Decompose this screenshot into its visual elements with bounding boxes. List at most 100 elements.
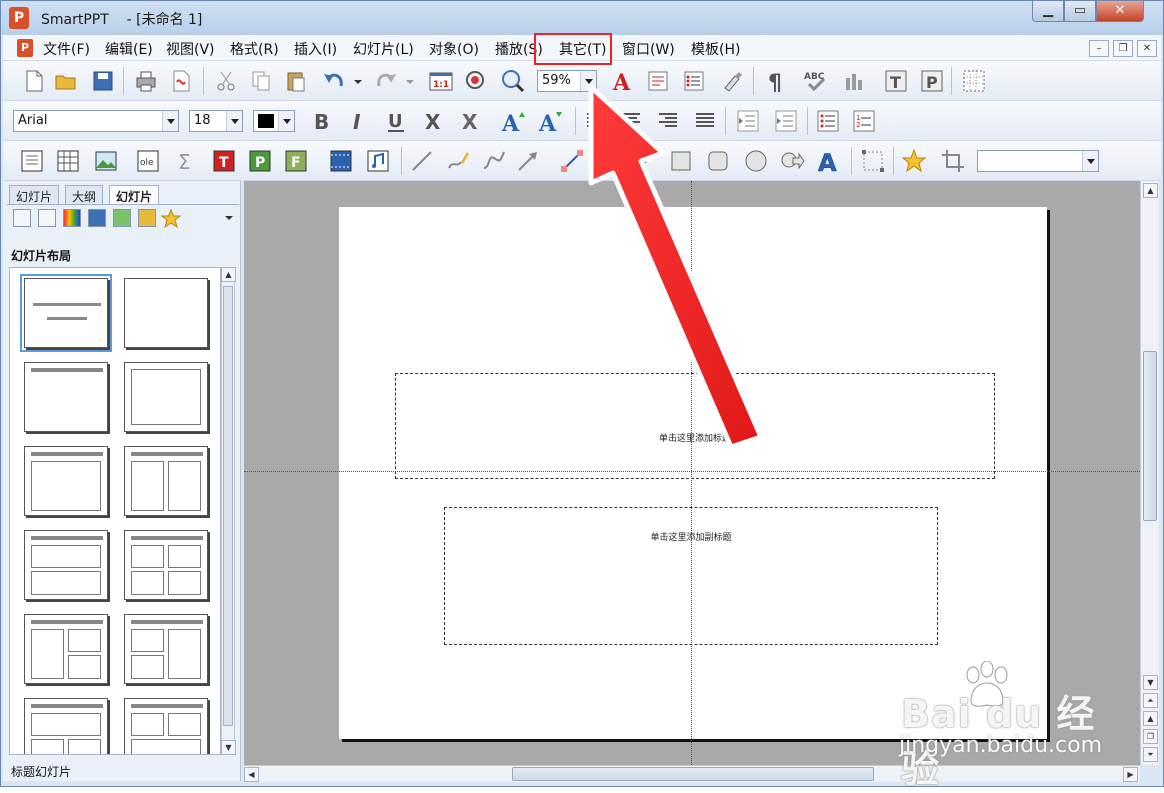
actual-size-icon[interactable]: 1:1 [428, 68, 454, 94]
layout-content-only[interactable] [124, 362, 208, 432]
font-color-icon[interactable]: A [609, 68, 635, 94]
maximize-button[interactable]: ▭ [1064, 1, 1096, 22]
decrease-font-icon[interactable]: A [537, 108, 563, 134]
text-template-icon[interactable]: T [883, 68, 909, 94]
next-slide-icon[interactable]: ⏷ [1143, 747, 1158, 762]
layout-title-only[interactable] [24, 362, 108, 432]
vertical-scrollbar[interactable]: ▲ ▼ ⏶ ▲ ❐ ⏷ [1140, 181, 1159, 765]
slide-up-icon[interactable]: ▲ [1143, 711, 1158, 726]
word-art-icon[interactable]: A [815, 148, 841, 174]
text-box-icon[interactable] [19, 148, 45, 174]
connector-icon[interactable] [559, 148, 585, 174]
video-icon[interactable] [328, 148, 354, 174]
layout-two-content[interactable] [124, 446, 208, 516]
insert-page-frame-icon[interactable]: F [283, 148, 309, 174]
spell-check-icon[interactable]: ABC [803, 68, 829, 94]
insert-picture-frame-icon[interactable]: P [247, 148, 273, 174]
menu-file[interactable]: 文件(F) [43, 39, 90, 59]
layout-title-slide[interactable] [20, 274, 112, 352]
line-icon[interactable] [409, 148, 435, 174]
mdi-close-button[interactable]: ✕ [1137, 40, 1157, 57]
style-select[interactable] [977, 150, 1099, 172]
menu-window[interactable]: 窗口(W) [622, 39, 675, 59]
tab-outline[interactable]: 大纲 [65, 185, 104, 205]
menu-template[interactable]: 模板(H) [691, 39, 740, 59]
cut-icon[interactable] [213, 68, 239, 94]
group-icon[interactable] [860, 148, 886, 174]
font-name-select[interactable]: Arial [13, 110, 179, 132]
scroll-thumb[interactable] [1143, 351, 1157, 521]
numbered-list-icon[interactable]: 12 [851, 108, 877, 134]
chevron-down-icon[interactable] [580, 71, 596, 91]
color-scheme-icon[interactable] [63, 209, 81, 227]
vertical-guide[interactable] [691, 181, 692, 765]
new-slide-icon[interactable] [13, 209, 31, 227]
edit-slide-icon[interactable] [38, 209, 56, 227]
print-icon[interactable] [133, 68, 159, 94]
chevron-down-icon[interactable] [162, 111, 178, 131]
text-color-select[interactable] [253, 110, 295, 132]
star-effect-icon[interactable] [901, 148, 927, 174]
layout-top-wide-bottom-split[interactable] [24, 698, 108, 754]
bullets-format-icon[interactable] [681, 68, 707, 94]
layout-list-scrollbar[interactable]: ▲ ▼ [221, 267, 236, 755]
curve-icon[interactable] [481, 148, 507, 174]
menu-view[interactable]: 视图(V) [166, 39, 215, 59]
layout-four-content[interactable] [124, 530, 208, 600]
ellipse-icon[interactable] [743, 148, 769, 174]
menu-object[interactable]: 对象(O) [429, 39, 479, 59]
copy-icon[interactable] [248, 68, 274, 94]
previous-slide-icon[interactable]: ⏶ [1143, 693, 1158, 708]
zoom-icon[interactable] [500, 68, 526, 94]
redo-dropdown-icon[interactable] [403, 68, 417, 94]
statistics-icon[interactable] [841, 68, 867, 94]
align-left-icon[interactable] [583, 108, 609, 134]
tab-slides[interactable]: 幻灯片 [9, 185, 60, 205]
star-icon[interactable] [161, 209, 181, 229]
chevron-down-icon[interactable] [226, 111, 242, 131]
format-painter-icon[interactable] [719, 68, 745, 94]
align-right-icon[interactable] [655, 108, 681, 134]
chevron-down-icon[interactable] [278, 111, 294, 131]
bullet-list-icon[interactable] [815, 108, 841, 134]
menu-edit[interactable]: 编辑(E) [105, 39, 153, 59]
crop-icon[interactable] [940, 148, 966, 174]
layout-left-tall-right-split[interactable] [24, 614, 108, 684]
arrow-line-icon[interactable] [515, 148, 541, 174]
mdi-restore-button[interactable]: ❐ [1113, 40, 1133, 57]
underline-icon[interactable]: U [383, 108, 409, 134]
animation-icon[interactable] [138, 209, 156, 227]
undo-dropdown-icon[interactable] [351, 68, 365, 94]
scroll-down-icon[interactable]: ▼ [221, 740, 236, 755]
transition-icon[interactable] [113, 209, 131, 227]
close-button[interactable]: ✕ [1096, 1, 1144, 22]
background-icon[interactable] [88, 209, 106, 227]
paragraph-format-icon[interactable] [645, 68, 671, 94]
increase-indent-icon[interactable] [773, 108, 799, 134]
ole-object-icon[interactable]: ole [135, 148, 161, 174]
redo-icon[interactable] [373, 68, 399, 94]
menu-slide[interactable]: 幻灯片(L) [353, 39, 414, 59]
pdf-export-icon[interactable] [168, 68, 194, 94]
layout-title-content[interactable] [24, 446, 108, 516]
horizontal-guide[interactable] [244, 471, 1140, 472]
connector-elbow-icon[interactable] [633, 148, 659, 174]
paste-icon[interactable] [283, 68, 309, 94]
shadow-text-icon[interactable]: X [457, 108, 483, 134]
mdi-minimize-button[interactable]: – [1089, 40, 1109, 57]
layout-title-two-rows[interactable] [24, 530, 108, 600]
strikethrough-icon[interactable]: X [420, 108, 446, 134]
zoom-fit-icon[interactable] [463, 68, 489, 94]
slide[interactable]: 单击这里添加标题 单击这里添加副标题 [339, 207, 1047, 739]
menu-insert[interactable]: 插入(I) [294, 39, 337, 59]
chevron-down-icon[interactable] [223, 213, 235, 223]
insert-text-icon[interactable]: T [211, 148, 237, 174]
align-center-icon[interactable] [618, 108, 644, 134]
menu-format[interactable]: 格式(R) [230, 39, 279, 59]
audio-icon[interactable] [365, 148, 391, 174]
scroll-thumb[interactable] [223, 286, 233, 726]
increase-font-icon[interactable]: A [500, 108, 526, 134]
rounded-rectangle-icon[interactable] [705, 148, 731, 174]
decrease-indent-icon[interactable] [735, 108, 761, 134]
layout-top-split-bottom-wide[interactable] [124, 698, 208, 754]
